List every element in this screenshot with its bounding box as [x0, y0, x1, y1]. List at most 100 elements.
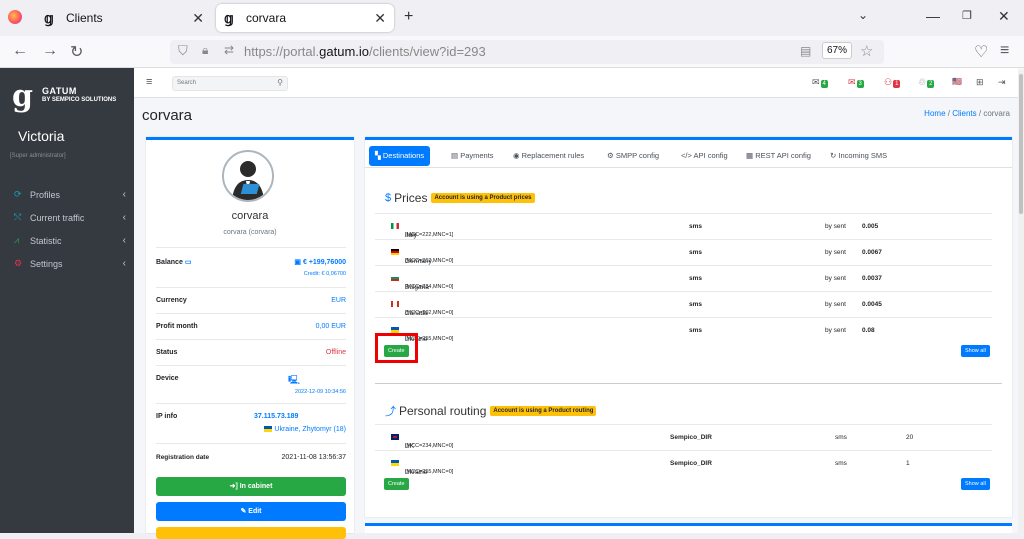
next-card [365, 523, 1012, 533]
tab-label: Clients [66, 11, 103, 25]
profit-value: 0,00 EUR [315, 323, 346, 330]
search-input[interactable]: Search ⚲ [172, 76, 288, 91]
brand-title: GATUM [42, 86, 77, 96]
tab-incoming-sms[interactable]: ↻ Incoming SMS [824, 146, 893, 166]
routing-create-button[interactable]: Create [384, 478, 409, 490]
user-role: [Super administrator] [10, 153, 66, 159]
table-row[interactable]: Canada [MCC=302,MNC=0] sms by sent 0.004… [375, 291, 992, 317]
dollar-coins-icon: $ [385, 192, 392, 204]
device-label: Device [156, 375, 179, 382]
table-row[interactable]: Ukraine [MCC=255,MNC=0] sms by sent 0.08 [375, 317, 992, 343]
restore-icon[interactable]: ❐ [962, 9, 972, 22]
hamburger-icon[interactable]: ≡ [146, 76, 152, 88]
scrollbar[interactable] [1018, 70, 1024, 533]
type-cell: sms [689, 327, 703, 334]
status-value: Offline [325, 349, 346, 356]
menu-icon[interactable]: ≡ [1000, 42, 1009, 60]
settings-icon: ⚙ [607, 151, 614, 160]
balance-credit: Credit: € 0,06700 [303, 271, 346, 277]
user-name[interactable]: Victoria [18, 128, 64, 144]
sidebar-item-label: Settings [30, 258, 63, 269]
breadcrumb-clients[interactable]: Clients [952, 109, 976, 118]
pocket-icon[interactable]: ♡ [974, 42, 988, 62]
italy-flag-icon [391, 223, 399, 230]
tab-destinations[interactable]: ▚ Destinations [369, 146, 431, 166]
routing-show-all-button[interactable]: Show all [961, 478, 990, 490]
notification-1[interactable]: ✉︎ 4 [812, 77, 828, 88]
ip-value[interactable]: 37.115.73.189 [254, 413, 298, 420]
notification-3[interactable]: ⚇ 1 [884, 77, 901, 88]
tab-list-icon[interactable]: ⌄ [858, 8, 868, 22]
sidebar-item-settings[interactable]: ⚙ Settings ‹ [14, 258, 126, 269]
table-row[interactable]: Germany [MCC=262,MNC=0] sms by sent 0.00… [375, 239, 992, 265]
close-window-icon[interactable]: ✕ [998, 8, 1010, 25]
new-tab-icon[interactable]: + [404, 8, 413, 26]
sidebar-item-profiles[interactable]: ⟳ Profiles ‹ [14, 189, 126, 200]
notification-4[interactable]: ♲ 2 [918, 77, 935, 88]
notification-2[interactable]: ✉︎ 3 [848, 77, 864, 88]
tab-rest-api-config[interactable]: ▦ REST API config [740, 146, 817, 166]
table-row[interactable]: Italy ⟷ [MCC=222,MNC=1] sms by sent 0.00… [375, 213, 992, 239]
tab-corvara[interactable]: 𝕘 corvara ✕ [216, 4, 394, 32]
sidebar-item-statistic[interactable]: ⩘ Statistic ‹ [14, 235, 126, 246]
forward-icon[interactable]: → [42, 42, 58, 60]
tab-payments[interactable]: ▤ Payments [445, 146, 500, 166]
tab-api-config[interactable]: </> API config [675, 146, 734, 166]
page-title: corvara [142, 107, 193, 124]
registration-label: Registration date [156, 454, 210, 461]
logout-icon[interactable]: ⇥ [998, 77, 1006, 88]
wallet-icon: ▭ [184, 259, 192, 266]
routing-title: Personal routing [399, 404, 487, 418]
tab-clients[interactable]: 𝕘 Clients ✕ [36, 4, 212, 32]
chart-icon: ⩘ [14, 235, 20, 245]
close-tab-icon[interactable]: ✕ [374, 10, 386, 27]
reload-icon[interactable]: ↻ [70, 42, 83, 62]
table-row[interactable]: Bulgaria [MCC=284,MNC=0] sms by sent 0.0… [375, 265, 992, 291]
zoom-level[interactable]: 67% [822, 42, 853, 59]
close-tab-icon[interactable]: ✕ [192, 10, 204, 27]
back-icon[interactable]: ← [12, 42, 28, 60]
scrollbar-thumb[interactable] [1019, 74, 1023, 214]
shield-icon[interactable]: ⛉ [178, 43, 188, 59]
minimize-icon[interactable]: — [926, 8, 940, 24]
online-chat-button[interactable] [156, 527, 346, 539]
lock-icon[interactable]: 🔒︎ [202, 43, 208, 58]
tab-replacement-rules[interactable]: ◉ Replacement rules [507, 146, 590, 166]
in-cabinet-button[interactable]: ➜] In cabinet [156, 477, 346, 496]
search-icon[interactable]: ⚲ [277, 78, 283, 87]
reader-view-icon[interactable]: ▤ [800, 44, 811, 58]
fullscreen-icon[interactable]: ⊞ [976, 77, 984, 88]
refresh-icon: ↻ [830, 151, 837, 160]
edit-button[interactable]: ✎ Edit [156, 502, 346, 521]
top-nav: ≡ Search ⚲ ✉︎ 4 ✉︎ 3 ⚇ 1 ♲ 2 🇺🇸 ⊞ ⇥ [134, 68, 1018, 98]
bookmark-star-icon[interactable]: ☆ [860, 42, 873, 60]
badge: 2 [927, 80, 935, 88]
price-cell: 0.005 [862, 223, 879, 230]
sidebar-item-current-traffic[interactable]: ⤲ Current traffic ‹ [14, 212, 126, 223]
brand-logo[interactable]: g GATUM BY SEMPICO SOLUTIONS [12, 82, 116, 112]
permissions-icon[interactable]: ⇄ [224, 43, 234, 57]
prices-show-all-button[interactable]: Show all [961, 345, 990, 357]
tab-strip: ▚ Destinations ▤ Payments ◉ Replacement … [365, 140, 1012, 168]
brand-subtitle: BY SEMPICO SOLUTIONS [42, 97, 117, 103]
registration-value: 2021-11-08 13:56:37 [281, 454, 346, 461]
mode-cell: by sent [825, 275, 846, 282]
firefox-icon[interactable] [8, 10, 22, 24]
table-row[interactable]: Ukraine [MCC=255,MNC=0] Sempico_DIR sms … [375, 450, 992, 476]
country-cell: Germany [MCC=262,MNC=0] [391, 249, 453, 265]
breadcrumb-home[interactable]: Home [924, 109, 945, 118]
map-icon: ▚ [375, 151, 381, 160]
type-cell: sms [689, 275, 703, 282]
sidebar-item-label: Statistic [30, 235, 62, 246]
country-cell: Ukraine [MCC=255,MNC=0] [391, 460, 453, 476]
us-flag-icon[interactable]: 🇺🇸 [952, 77, 962, 86]
profiles-icon: ⟳ [14, 189, 22, 199]
url-bar[interactable]: ⛉ 🔒︎ ⇄ https://portal.gatum.io/clients/v… [170, 40, 884, 64]
ukraine-flag-icon [391, 460, 399, 467]
prices-badge: Account is using a Product prices [431, 193, 535, 203]
badge: 3 [856, 80, 864, 88]
tab-smpp-config[interactable]: ⚙ SMPP config [601, 146, 665, 166]
traffic-icon: ⤲ [14, 212, 22, 222]
table-row[interactable]: UK [MCC=234,MNC=0] Sempico_DIR sms 20 [375, 424, 992, 450]
chevron-left-icon: ‹ [122, 258, 126, 269]
